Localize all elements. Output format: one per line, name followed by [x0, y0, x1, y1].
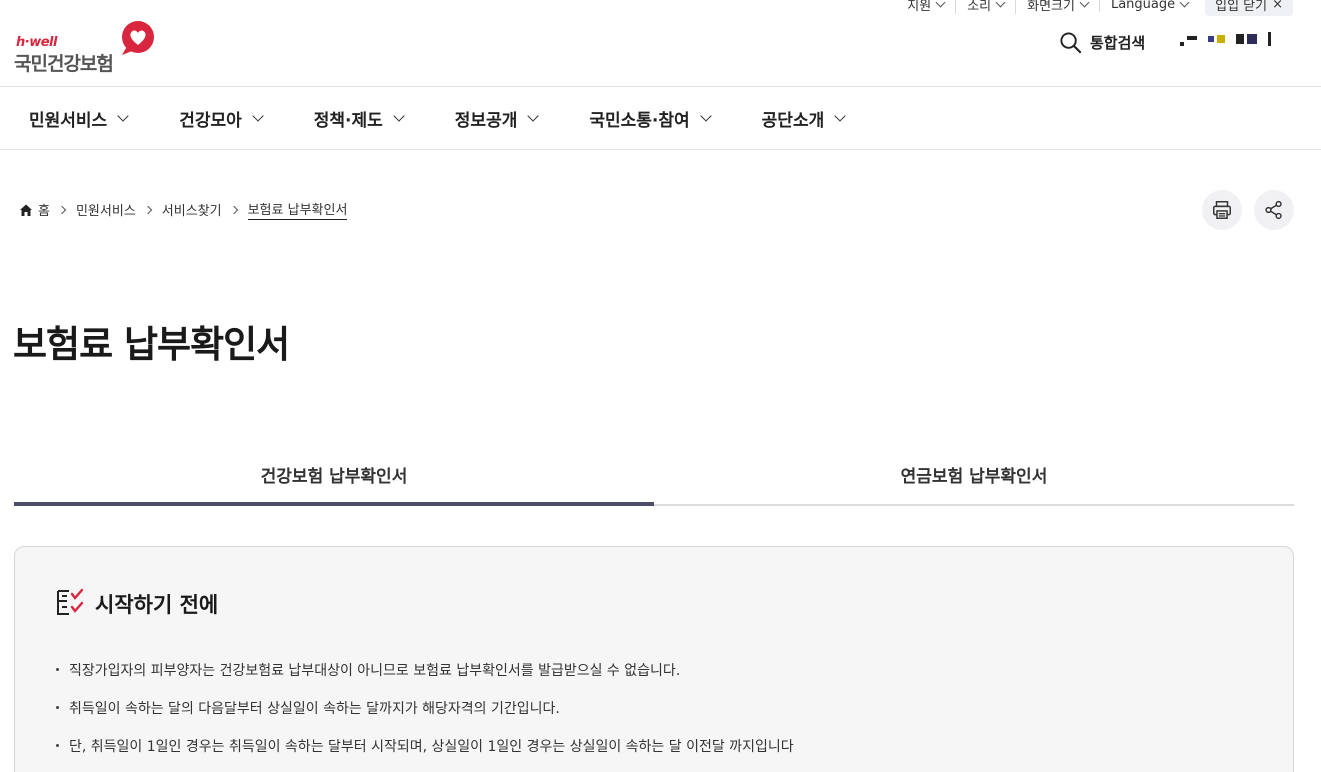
- notice-list: 직장가입자의 피부양자는 건강보험료 납부대상이 아니므로 보험료 납부확인서를…: [53, 660, 794, 772]
- breadcrumb-service-search[interactable]: 서비스찾기: [162, 200, 222, 219]
- checklist-icon: [57, 588, 84, 615]
- chevron-down-icon: [935, 0, 946, 7]
- gnb-item-disclosure[interactable]: 정보공개: [455, 106, 540, 131]
- share-icon: [1265, 200, 1282, 220]
- gnb-item-health-moa[interactable]: 건강모아: [179, 106, 264, 131]
- utility-bar: 지원 소리 화면크기 Language 입입 닫기 ×: [896, 0, 1293, 16]
- chevron-down-icon: [834, 109, 846, 122]
- print-icon: [1213, 201, 1231, 219]
- gnb-item-policy[interactable]: 정책·제도: [314, 106, 405, 131]
- chevron-down-icon: [527, 109, 540, 122]
- utility-language[interactable]: Language: [1098, 0, 1199, 12]
- integrated-search-button[interactable]: 통합검색: [1059, 31, 1145, 54]
- chevron-down-icon: [700, 109, 712, 122]
- breadcrumb: 홈 민원서비스 서비스찾기 보험료 납부확인서: [19, 199, 348, 220]
- tab-health-insurance[interactable]: 건강보험 납부확인서: [14, 445, 654, 506]
- certificate-tabs: 건강보험 납부확인서 연금보험 납부확인서: [14, 445, 1294, 506]
- print-button[interactable]: [1202, 190, 1242, 230]
- masked-user-info: [1180, 32, 1271, 46]
- utility-close-button[interactable]: 입입 닫기 ×: [1205, 0, 1293, 16]
- site-logo[interactable]: h·well 국민건강보험: [14, 20, 164, 75]
- tab-pension-insurance[interactable]: 연금보험 납부확인서: [654, 445, 1294, 504]
- chevron-down-icon: [1179, 0, 1190, 7]
- search-icon: [1060, 32, 1082, 54]
- utility-sound[interactable]: 소리: [955, 0, 1015, 14]
- breadcrumb-civil-service[interactable]: 민원서비스: [76, 200, 136, 219]
- close-icon: ×: [1272, 0, 1283, 12]
- utility-support[interactable]: 지원: [896, 0, 955, 14]
- chevron-right-icon: [143, 205, 153, 214]
- list-item: 취득일이 속하는 달의 다음달부터 상실일이 속하는 달까지가 해당자격의 기간…: [53, 698, 794, 736]
- breadcrumb-current[interactable]: 보험료 납부확인서: [247, 199, 348, 220]
- chevron-right-icon: [57, 205, 67, 214]
- heart-logo-icon: [122, 21, 154, 55]
- gnb-item-about[interactable]: 공단소개: [762, 106, 846, 131]
- logo-hwell-text: h·well: [16, 35, 57, 50]
- logo-korean-text: 국민건강보험: [14, 53, 114, 75]
- chevron-right-icon: [229, 205, 238, 214]
- chevron-down-icon: [117, 109, 129, 122]
- home-icon: [20, 204, 32, 216]
- list-item: 직장가입자의 피부양자는 건강보험료 납부대상이 아니므로 보험료 납부확인서를…: [53, 660, 794, 698]
- gnb-item-communication[interactable]: 국민소통·참여: [589, 106, 712, 131]
- utility-font-size[interactable]: 화면크기: [1015, 0, 1099, 14]
- share-button[interactable]: [1254, 190, 1294, 230]
- list-item: 단, 취득일이 1일인 경우는 취득일이 속하는 달부터 시작되며, 상실일이 …: [53, 736, 794, 772]
- chevron-down-icon: [252, 109, 264, 122]
- chevron-down-icon: [1079, 0, 1090, 7]
- divider: [0, 149, 1321, 150]
- global-nav: 민원서비스 건강모아 정책·제도 정보공개 국민소통·참여 공단소개: [0, 87, 1321, 149]
- gnb-item-civil-service[interactable]: 민원서비스: [29, 106, 129, 131]
- breadcrumb-home[interactable]: 홈: [38, 200, 50, 219]
- chevron-down-icon: [393, 109, 405, 122]
- page-title: 보험료 납부확인서: [13, 323, 290, 366]
- before-start-notice: 시작하기 전에 직장가입자의 피부양자는 건강보험료 납부대상이 아니므로 보험…: [14, 546, 1294, 772]
- notice-heading: 시작하기 전에: [55, 587, 218, 621]
- chevron-down-icon: [995, 0, 1006, 7]
